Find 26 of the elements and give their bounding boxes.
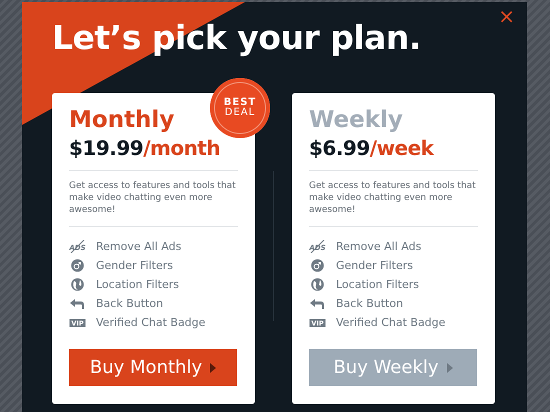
close-button[interactable]: ×: [494, 4, 519, 28]
globe-icon: [309, 278, 326, 292]
feature-label: Verified Chat Badge: [96, 314, 206, 330]
back-arrow-icon: [309, 297, 326, 310]
caret-icon: [446, 362, 453, 373]
feature-label: Location Filters: [336, 276, 419, 292]
male-symbol-icon: [309, 259, 326, 272]
plan-description: Get access to features and tools that make video chatting even more awesome!: [309, 181, 478, 228]
feature-label: Back Button: [336, 296, 404, 312]
globe-icon: [69, 278, 86, 292]
feature-label: Verified Chat Badge: [336, 314, 446, 330]
feature-label: Gender Filters: [336, 258, 414, 274]
plan-name: Weekly: [309, 106, 404, 134]
feature-label: Remove All Ads: [96, 238, 182, 254]
best-deal-badge: BEST DEAL: [210, 78, 270, 138]
back-arrow-icon: [69, 297, 86, 310]
feature-label: Remove All Ads: [336, 238, 422, 254]
feature-label: Gender Filters: [96, 258, 174, 274]
plan-price: $6.99/week: [309, 136, 478, 172]
male-symbol-icon: [69, 259, 86, 272]
feature-label: Back Button: [96, 296, 164, 312]
caret-icon: [210, 362, 216, 373]
buy-button[interactable]: Buy Weekly: [309, 349, 477, 386]
plan-description: Get access to features and tools that make video chatting even more awesome!: [69, 181, 238, 228]
buy-button[interactable]: Buy Monthly: [69, 349, 237, 386]
feature-label: Location Filters: [96, 276, 179, 292]
